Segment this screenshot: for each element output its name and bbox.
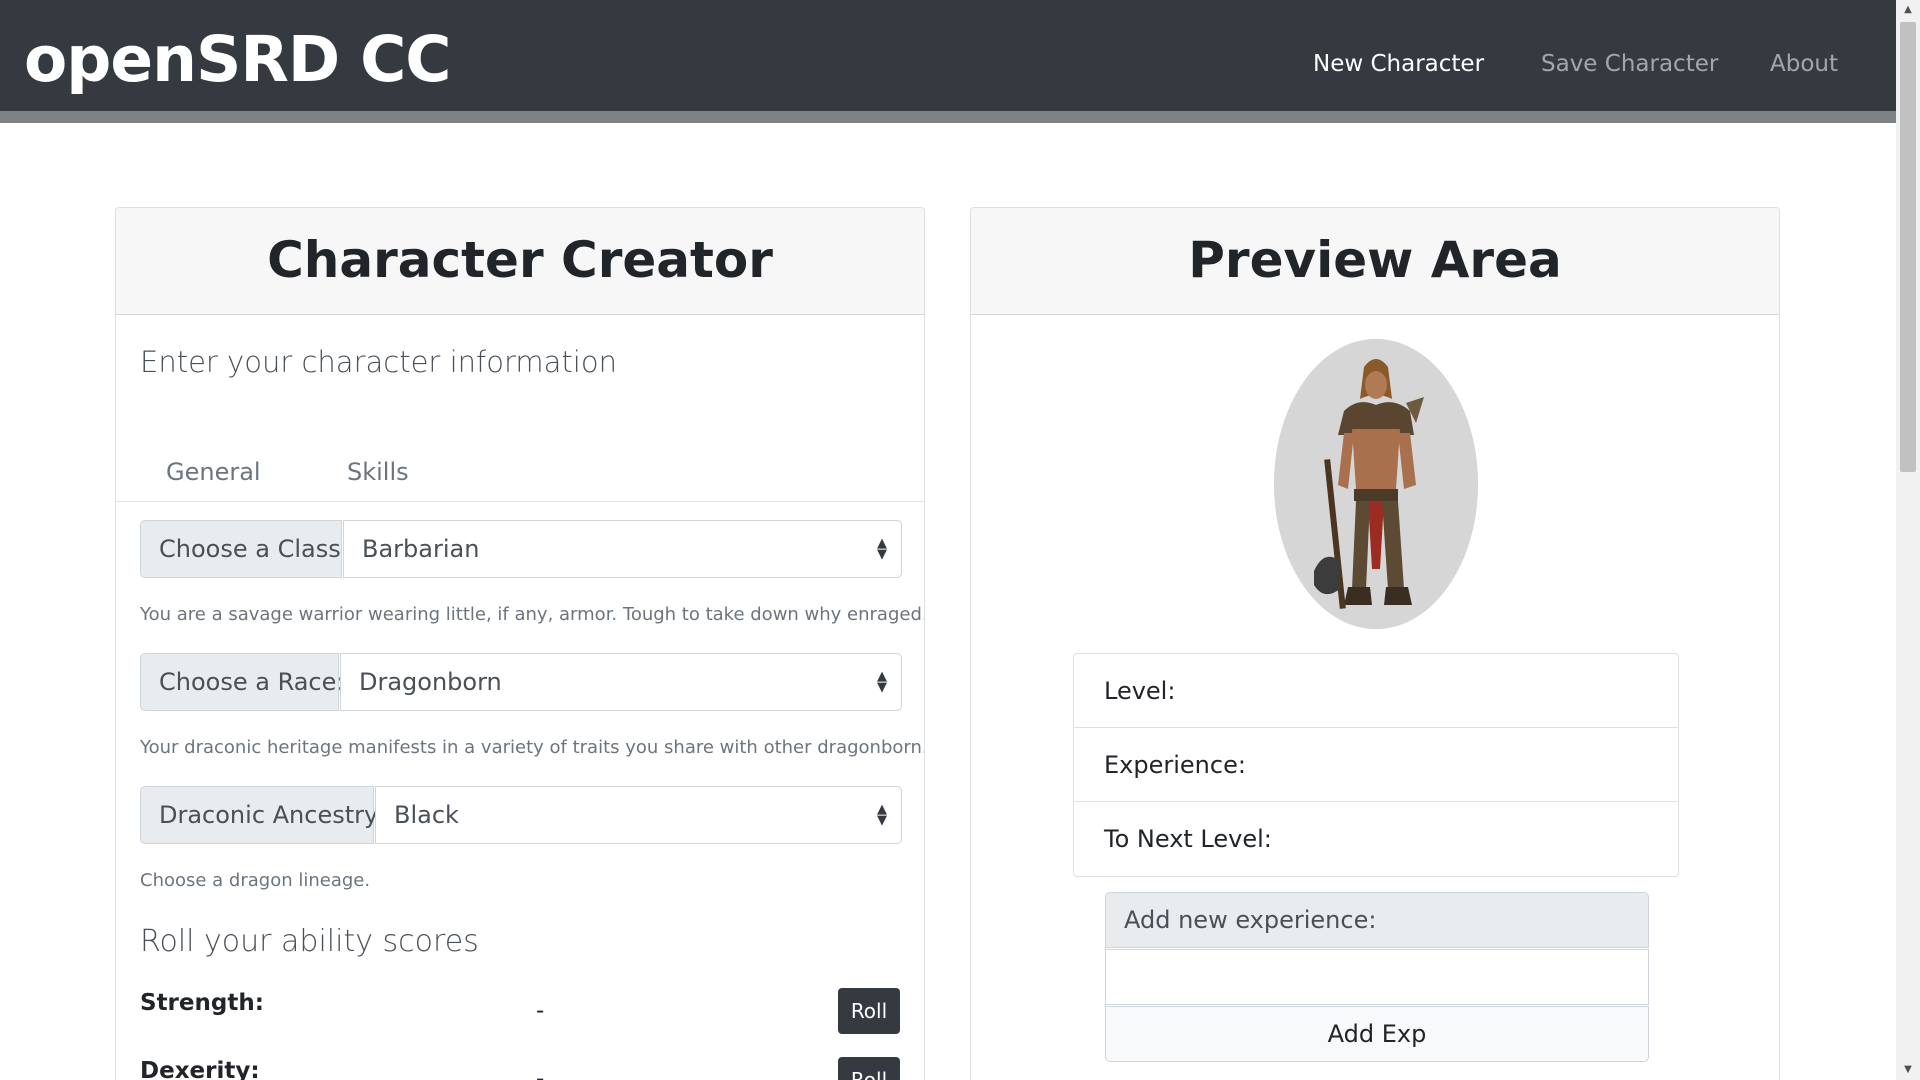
scroll-down-icon[interactable]: ▼ [1896,1060,1920,1080]
add-experience-input[interactable] [1105,949,1649,1005]
race-select-value: Dragonborn [359,668,502,696]
ability-value-strength: - [536,998,545,1024]
nav-new-character[interactable]: New Character [1313,49,1484,79]
ancestry-select[interactable]: Black ▲ ▼ [375,786,902,844]
creator-tabs: General Skills [116,438,924,502]
class-select-value: Barbarian [362,535,480,563]
race-select[interactable]: Dragonborn ▲ ▼ [340,653,902,711]
stat-experience: Experience: [1074,728,1678,802]
character-stats-list: Level: Experience: To Next Level: [1073,653,1679,877]
preview-area-card: Preview Area Level: Experience: To Next … [970,207,1780,1080]
ability-value-dexterity: - [536,1066,545,1080]
add-exp-button[interactable]: Add Exp [1105,1006,1649,1062]
class-select[interactable]: Barbarian ▲ ▼ [343,520,902,578]
roll-strength-button[interactable]: Roll [838,988,900,1034]
page-scrollbar[interactable]: ▲ ▼ [1896,0,1920,1080]
class-label: Choose a Class: [140,520,349,578]
nav-save-character[interactable]: Save Character [1541,49,1718,79]
stat-to-next-level: To Next Level: [1104,825,1272,853]
barbarian-figure-icon [1274,339,1478,629]
scroll-up-icon[interactable]: ▲ [1896,0,1920,20]
nav-about[interactable]: About [1770,49,1838,79]
creator-subtitle: Enter your character information [140,345,617,379]
ability-label-dexterity: Dexerity: [140,1058,260,1080]
race-help-text: Your draconic heritage manifests in a va… [140,737,925,758]
character-creator-card: Character Creator Enter your character i… [115,207,925,1080]
class-input-group: Choose a Class: Barbarian ▲ ▼ [140,520,902,578]
tab-general[interactable]: General [166,458,261,486]
abilities-title: Roll your ability scores [140,924,479,959]
race-label: Choose a Race: [140,653,344,711]
race-input-group: Choose a Race: Dragonborn ▲ ▼ [140,653,902,711]
stat-level: Level: [1074,654,1678,728]
add-experience-label: Add new experience: [1105,892,1649,948]
class-help-text: You are a savage warrior wearing little,… [140,604,925,625]
scrollbar-thumb[interactable] [1900,22,1916,472]
ability-label-strength: Strength: [140,990,264,1016]
preview-title: Preview Area [971,208,1779,315]
tab-skills[interactable]: Skills [347,458,409,486]
character-portrait [1274,339,1478,629]
creator-title: Character Creator [116,208,924,315]
ancestry-input-group: Draconic Ancestry: Black ▲ ▼ [140,786,902,844]
ancestry-help-text: Choose a dragon lineage. [140,870,371,891]
ancestry-select-value: Black [394,801,459,829]
ancestry-label: Draconic Ancestry: [140,786,385,844]
brand-logo[interactable]: openSRD CC [24,22,452,98]
roll-dexterity-button[interactable]: Roll [838,1057,900,1080]
navbar: openSRD CC New Character Save Character … [0,0,1896,123]
